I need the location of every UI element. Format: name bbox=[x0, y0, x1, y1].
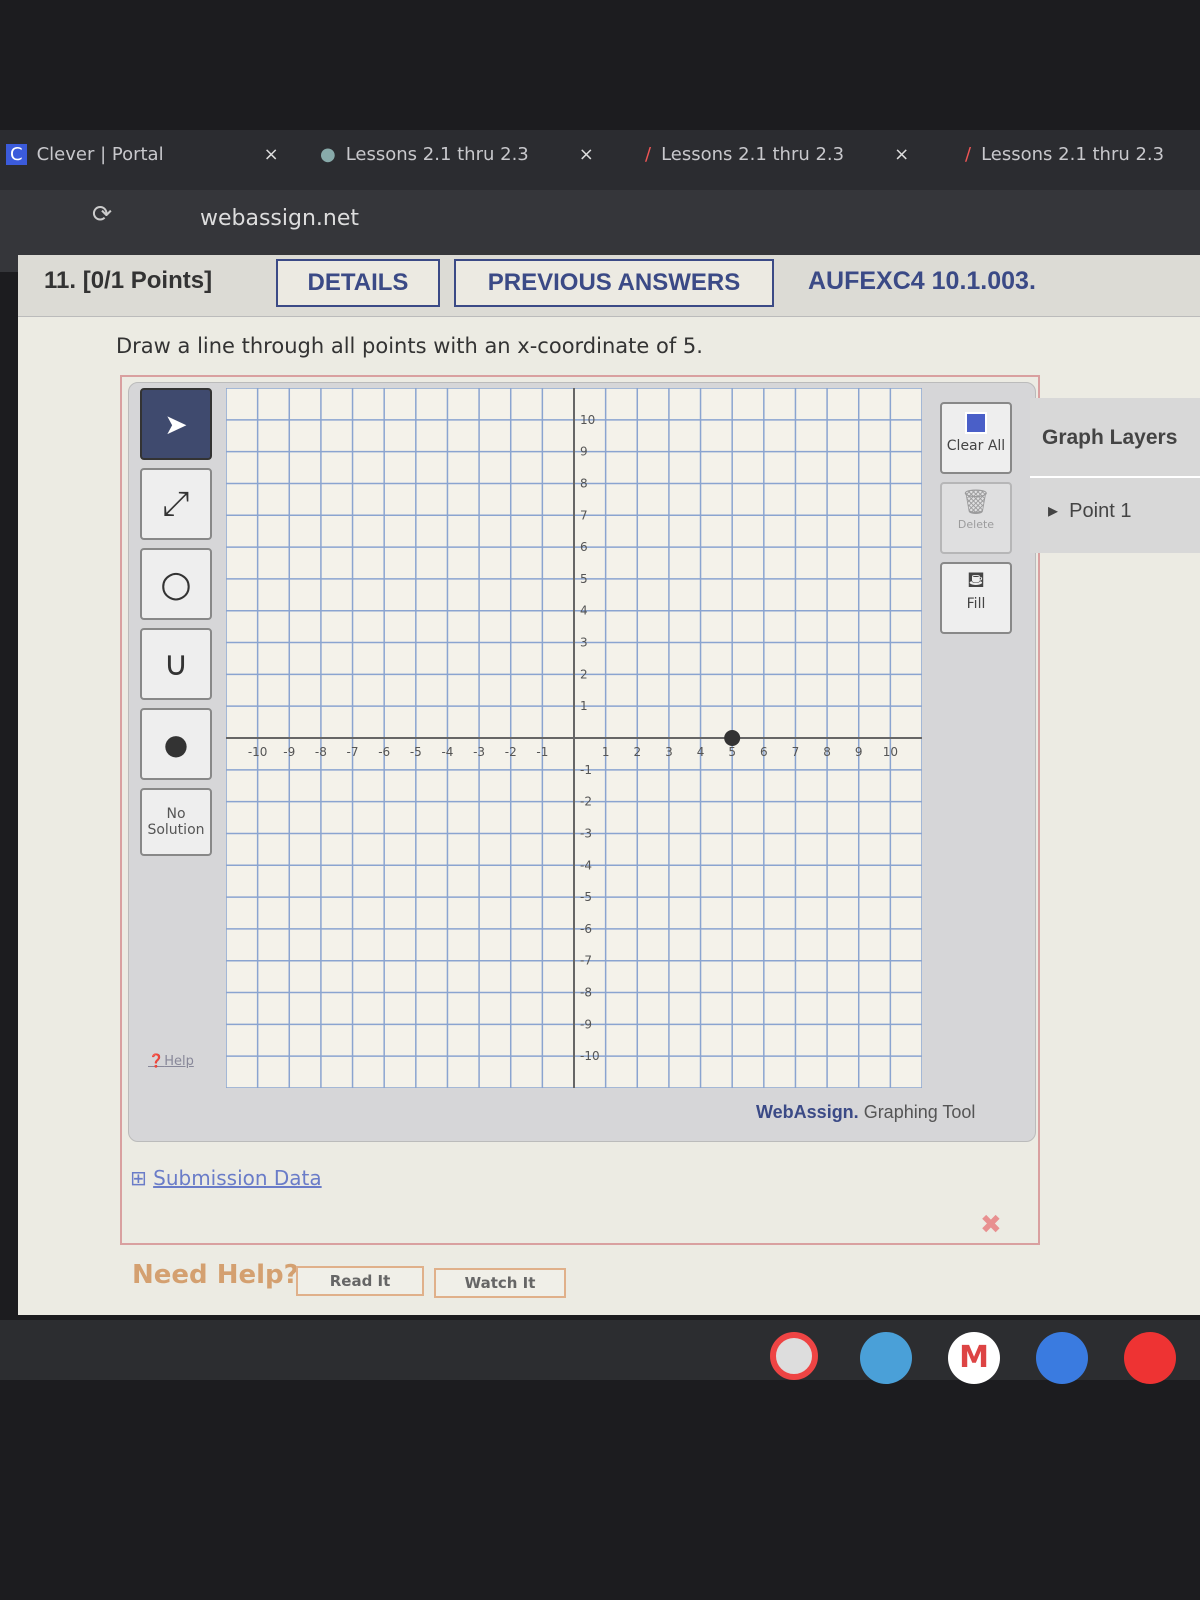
tab-lessons-3[interactable]: / Lessons 2.1 thru 2.3 bbox=[965, 144, 1164, 165]
x-tick-label: -8 bbox=[315, 745, 327, 759]
x-tick-label: 1 bbox=[602, 745, 610, 759]
webassign-logo: WebAssign. Graphing Tool bbox=[756, 1102, 976, 1122]
reload-icon[interactable]: ⟳ bbox=[92, 200, 112, 228]
x-tick-label: 2 bbox=[633, 745, 641, 759]
y-tick-label: -2 bbox=[580, 795, 592, 809]
expand-icon: ▸ bbox=[1048, 500, 1059, 522]
line-tool-button[interactable]: ⤢ bbox=[140, 468, 212, 540]
select-tool-button[interactable]: ➤ bbox=[140, 388, 212, 460]
url-input[interactable]: webassign.net bbox=[200, 206, 359, 231]
y-tick-label: 8 bbox=[580, 476, 588, 490]
x-tick-label: -3 bbox=[473, 745, 485, 759]
y-tick-label: -5 bbox=[580, 890, 592, 904]
y-tick-label: -1 bbox=[580, 763, 592, 777]
need-help-label: Need Help? bbox=[132, 1260, 299, 1290]
x-tick-label: -9 bbox=[283, 745, 295, 759]
fill-bucket-icon: ⛾ bbox=[967, 568, 985, 593]
y-tick-label: 9 bbox=[580, 445, 588, 459]
y-tick-label: -8 bbox=[580, 986, 592, 1000]
incorrect-icon: ✖ bbox=[980, 1210, 1002, 1240]
line-icon: ⤢ bbox=[162, 484, 190, 524]
x-tick-label: -4 bbox=[441, 745, 453, 759]
plotted-point bbox=[724, 730, 741, 746]
y-tick-label: -7 bbox=[580, 954, 592, 968]
y-tick-label: -10 bbox=[580, 1049, 600, 1063]
cursor-icon: ➤ bbox=[164, 407, 188, 441]
x-tick-label: 4 bbox=[697, 745, 705, 759]
close-icon[interactable]: × bbox=[894, 144, 909, 165]
question-prompt: Draw a line through all points with an x… bbox=[116, 334, 703, 358]
parabola-tool-button[interactable]: ∪ bbox=[140, 628, 212, 700]
circle-icon: ○ bbox=[160, 563, 192, 605]
details-button[interactable]: DETAILS bbox=[276, 259, 440, 307]
x-tick-label: -7 bbox=[347, 745, 359, 759]
y-tick-label: 3 bbox=[580, 636, 588, 650]
coordinate-grid[interactable]: -10 -10 -9 -9 -8 -8 -7 -7 -6 -6 -5 -5 -4 -4 -3 -3 -2 -2 -1… bbox=[226, 388, 922, 1088]
gmail-icon[interactable]: M bbox=[948, 1332, 1000, 1384]
x-tick-label: -6 bbox=[378, 745, 390, 759]
y-tick-label: 6 bbox=[580, 540, 588, 554]
delete-button[interactable]: 🗑 Delete bbox=[940, 482, 1012, 554]
clear-all-button[interactable]: Clear All bbox=[940, 402, 1012, 474]
y-tick-label: 4 bbox=[580, 604, 588, 618]
point-icon: ● bbox=[163, 727, 189, 761]
x-tick-label: -5 bbox=[410, 745, 422, 759]
x-tick-label: 9 bbox=[855, 745, 863, 759]
y-tick-label: 1 bbox=[580, 699, 588, 713]
x-tick-label: 3 bbox=[665, 745, 673, 759]
help-link[interactable]: ❓Help bbox=[148, 1054, 194, 1069]
taskbar: M bbox=[0, 1320, 1200, 1384]
y-tick-label: 2 bbox=[580, 667, 588, 681]
y-tick-label: 10 bbox=[580, 413, 595, 427]
tab-lessons-1[interactable]: ● Lessons 2.1 thru 2.3 × bbox=[320, 144, 594, 165]
x-tick-label: 8 bbox=[823, 745, 831, 759]
question-header: 11. [0/1 Points] DETAILS PREVIOUS ANSWER… bbox=[18, 255, 1200, 317]
x-tick-label: 10 bbox=[883, 745, 898, 759]
clear-icon bbox=[965, 412, 987, 434]
x-tick-label: 7 bbox=[792, 745, 800, 759]
x-tick-label: 6 bbox=[760, 745, 768, 759]
tab-clever[interactable]: C Clever | Portal × bbox=[6, 144, 279, 165]
layer-item[interactable]: ▸ Point 1 bbox=[1030, 478, 1200, 543]
files-icon[interactable] bbox=[860, 1332, 912, 1384]
tab-bar: C Clever | Portal × ● Lessons 2.1 thru 2.3 ×… bbox=[0, 130, 1200, 190]
watch-it-button[interactable]: Watch It bbox=[434, 1268, 566, 1298]
submission-data-link[interactable]: ⊞ Submission Data bbox=[130, 1166, 322, 1190]
parabola-icon: ∪ bbox=[163, 644, 189, 684]
y-tick-label: -4 bbox=[580, 858, 592, 872]
close-icon[interactable]: × bbox=[264, 144, 279, 165]
expand-icon: ⊞ bbox=[130, 1166, 147, 1190]
y-tick-label: -9 bbox=[580, 1017, 592, 1031]
x-tick-label: -2 bbox=[505, 745, 517, 759]
youtube-icon[interactable] bbox=[1124, 1332, 1176, 1384]
tab-lessons-2[interactable]: / Lessons 2.1 thru 2.3 × bbox=[645, 144, 909, 165]
graph-layers-panel: Graph Layers ▸ Point 1 bbox=[1030, 398, 1200, 553]
y-tick-label: 5 bbox=[580, 572, 588, 586]
y-tick-label: -6 bbox=[580, 922, 592, 936]
fill-button[interactable]: ⛾ Fill bbox=[940, 562, 1012, 634]
x-tick-label: 5 bbox=[728, 745, 736, 759]
no-solution-button[interactable]: No Solution bbox=[140, 788, 212, 856]
y-tick-label: 7 bbox=[580, 508, 588, 522]
x-tick-label: -1 bbox=[536, 745, 548, 759]
point-tool-button[interactable]: ● bbox=[140, 708, 212, 780]
chrome-icon[interactable] bbox=[770, 1332, 818, 1380]
previous-answers-button[interactable]: PREVIOUS ANSWERS bbox=[454, 259, 774, 307]
trash-icon: 🗑 bbox=[960, 488, 992, 516]
docs-icon[interactable] bbox=[1036, 1332, 1088, 1384]
x-tick-label: -10 bbox=[248, 745, 268, 759]
circle-tool-button[interactable]: ○ bbox=[140, 548, 212, 620]
help-icon: ❓ bbox=[148, 1054, 165, 1069]
close-icon[interactable]: × bbox=[579, 144, 594, 165]
y-tick-label: -3 bbox=[580, 826, 592, 840]
read-it-button[interactable]: Read It bbox=[296, 1266, 424, 1296]
